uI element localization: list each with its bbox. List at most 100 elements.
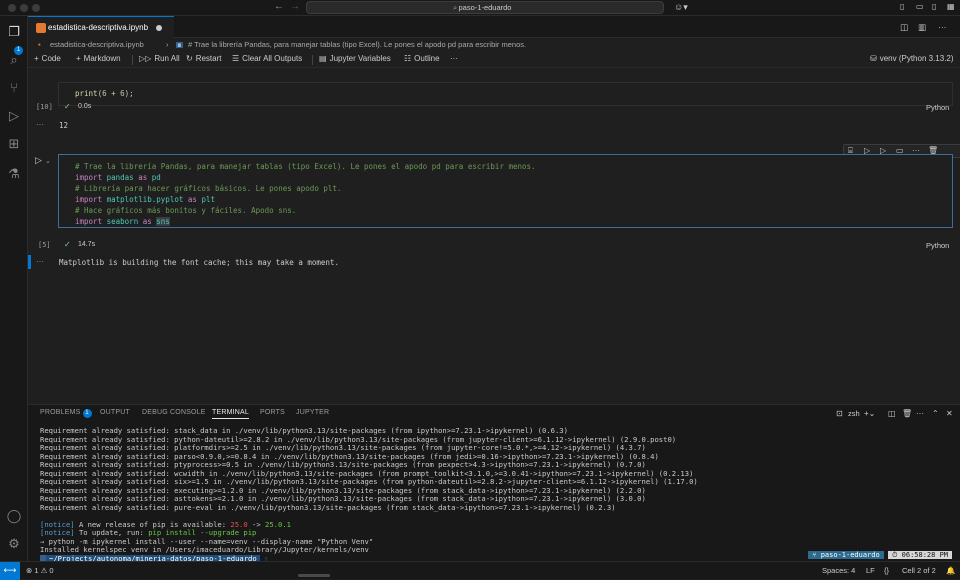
cell-focus-indicator xyxy=(28,255,31,269)
extensions-icon[interactable]: ⊞ xyxy=(6,136,22,152)
run-debug-icon[interactable]: ▷ xyxy=(6,108,22,124)
more-panel-actions-icon[interactable]: ··· xyxy=(916,409,924,418)
tab-jupyter[interactable]: JUPYTER xyxy=(296,409,329,416)
terminal-icon: ⊡ xyxy=(836,409,843,418)
code-line: import matplotlib.pyplot as plt xyxy=(75,195,215,204)
cell-output: Matplotlib is building the font cache; t… xyxy=(59,258,339,267)
terminal-line: Requirement already satisfied: stack_dat… xyxy=(40,427,568,435)
explorer-icon[interactable]: ❐ xyxy=(6,24,22,40)
tab-problems[interactable]: PROBLEMS 1 xyxy=(40,409,92,418)
shell-name[interactable]: zsh xyxy=(848,409,860,418)
tab-output[interactable]: OUTPUT xyxy=(100,409,130,416)
terminal-line: Requirement already satisfied: pure-eval… xyxy=(40,503,616,512)
split-editor-icon[interactable]: ◫ xyxy=(900,22,908,33)
tab-label: estadistica-descriptiva.ipynb xyxy=(48,23,149,32)
more-toolbar-button[interactable]: ··· xyxy=(450,54,458,63)
tab-ports[interactable]: PORTS xyxy=(260,409,285,416)
minimize-window-button[interactable] xyxy=(20,4,28,12)
run-options-chevron-icon[interactable]: ⌄ xyxy=(45,157,51,165)
toggle-secondary-sidebar-icon[interactable]: ▯ xyxy=(932,2,936,11)
add-markdown-button[interactable]: + Markdown xyxy=(76,54,121,63)
execution-count: [5] xyxy=(38,241,51,249)
kernel-picker[interactable]: ⛁ venv (Python 3.13.2) xyxy=(870,54,954,63)
toggle-primary-sidebar-icon[interactable]: ▯ xyxy=(900,2,904,11)
terminal-notice-line: [notice] A new release of pip is availab… xyxy=(40,520,291,529)
language-braces-status[interactable]: {} xyxy=(884,566,889,575)
prompt-time: ⏱ 06:58:28 PM xyxy=(887,551,952,559)
forward-arrow-icon[interactable]: → xyxy=(290,1,300,12)
code-line: import pandas as pd xyxy=(75,173,161,182)
back-arrow-icon[interactable]: ← xyxy=(274,1,284,12)
tab-terminal[interactable]: TERMINAL xyxy=(212,409,249,419)
account-icon[interactable]: ◯ xyxy=(6,508,22,524)
kill-terminal-icon[interactable]: 🗑 xyxy=(902,409,912,418)
code-cell-2[interactable]: # Trae la librería Pandas, para manejar … xyxy=(58,154,953,228)
run-cell-icon[interactable]: ▷ xyxy=(35,155,42,166)
prompt-right-segment: ⑂ paso-1-eduardo ⏱ 06:58:28 PM xyxy=(808,551,952,559)
cell-language[interactable]: Python xyxy=(926,241,949,250)
testing-icon[interactable]: ⚗ xyxy=(6,166,22,182)
execution-time: 0.0s xyxy=(78,103,92,110)
cell-language[interactable]: Python xyxy=(926,103,949,112)
customize-layout-icon[interactable]: ▦ xyxy=(947,2,955,11)
jupyter-variables-button[interactable]: ▤ Jupyter Variables xyxy=(319,54,391,63)
indentation-status[interactable]: Spaces: 4 xyxy=(822,566,855,575)
activity-bar: ❐ 1 ⌕ ⑂ ▷ ⊞ ⚗ ◯ ⚙ xyxy=(0,16,28,561)
terminal-line: Requirement already satisfied: platformd… xyxy=(40,444,646,452)
breadcrumb: ▪ estadistica-descriptiva.ipynb › ▣ # Tr… xyxy=(28,38,960,52)
add-code-button[interactable]: + Code xyxy=(34,54,61,63)
unsaved-dot-icon[interactable] xyxy=(156,25,162,31)
manage-gear-icon[interactable]: ⚙ xyxy=(6,536,22,552)
panel-scroll-thumb[interactable] xyxy=(298,574,330,577)
tab-debug-console[interactable]: DEBUG CONSOLE xyxy=(142,409,206,416)
code-cell-icon: ▣ xyxy=(176,40,184,49)
terminal-line: Requirement already satisfied: executing… xyxy=(40,486,646,495)
execution-time: 14.7s xyxy=(78,241,96,248)
zoom-window-button[interactable] xyxy=(32,4,40,12)
code-line: # Trae la librería Pandas, para manejar … xyxy=(75,162,536,171)
code-line: # Librería para hacer gráficos básicos. … xyxy=(75,184,342,193)
tab-estadistica-descriptiva[interactable]: estadistica-descriptiva.ipynb xyxy=(28,16,174,38)
maximize-panel-icon[interactable]: ⌃ xyxy=(932,409,939,418)
remote-indicator-icon[interactable]: ⟷ xyxy=(0,562,20,580)
notifications-bell-icon[interactable]: 🔔 xyxy=(946,566,955,575)
success-check-icon: ✓ xyxy=(64,102,71,111)
more-actions-icon[interactable]: ··· xyxy=(938,22,947,32)
code-line: print(6 + 6); xyxy=(75,89,134,98)
new-terminal-icon[interactable]: +⌄ xyxy=(864,409,875,418)
copilot-icon[interactable]: ☺▾ xyxy=(674,2,688,13)
terminal-line: Requirement already satisfied: python-da… xyxy=(40,435,677,444)
command-center-search[interactable]: ⌕ paso-1-eduardo xyxy=(306,1,664,14)
source-control-icon[interactable]: ⑂ xyxy=(6,80,22,96)
breadcrumb-file[interactable]: estadistica-descriptiva.ipynb xyxy=(50,40,144,49)
restart-button[interactable]: ↻ Restart xyxy=(186,54,222,63)
close-panel-icon[interactable]: ✕ xyxy=(946,409,953,418)
run-all-button[interactable]: ▷▷ Run All xyxy=(139,54,180,63)
terminal-notice-line: [notice] To update, run: pip install --u… xyxy=(40,529,257,537)
execution-count: [10] xyxy=(36,103,53,111)
terminal-output[interactable]: Requirement already satisfied: stack_dat… xyxy=(40,427,950,563)
terminal-line: Requirement already satisfied: ptyproces… xyxy=(40,461,646,469)
search-icon: ⌕ xyxy=(453,3,458,12)
eol-status[interactable]: LF xyxy=(866,566,875,575)
code-line: import seaborn as sns xyxy=(75,217,170,226)
terminal-line: Requirement already satisfied: six>=1.5 … xyxy=(40,478,698,486)
clear-all-outputs-button[interactable]: ☰ Clear All Outputs xyxy=(232,54,302,63)
close-window-button[interactable] xyxy=(8,4,16,12)
split-terminal-icon[interactable]: ◫ xyxy=(888,409,896,418)
success-check-icon: ✓ xyxy=(64,240,71,249)
breadcrumb-separator: › xyxy=(166,40,169,49)
terminal-line: Requirement already satisfied: wcwidth i… xyxy=(40,469,694,478)
outline-button[interactable]: ☷ Outline xyxy=(404,54,440,63)
output-actions-icon[interactable]: ··· xyxy=(36,120,44,129)
search-icon[interactable]: ⌕ xyxy=(6,52,22,68)
git-branch: ⑂ paso-1-eduardo xyxy=(808,551,884,559)
toggle-panel-icon[interactable]: ▭ xyxy=(916,2,924,11)
notebook-file-icon: ▪ xyxy=(38,40,41,49)
output-actions-icon[interactable]: ··· xyxy=(36,257,44,266)
code-cell-1[interactable]: print(6 + 6); xyxy=(58,82,953,106)
problems-status[interactable]: ⊗ 1 ⚠ 0 xyxy=(26,566,54,575)
cell-position-status[interactable]: Cell 2 of 2 xyxy=(902,566,936,575)
split-editor-right-icon[interactable]: ▥ xyxy=(918,22,926,33)
breadcrumb-cell[interactable]: # Trae la librería Pandas, para manejar … xyxy=(188,40,526,49)
